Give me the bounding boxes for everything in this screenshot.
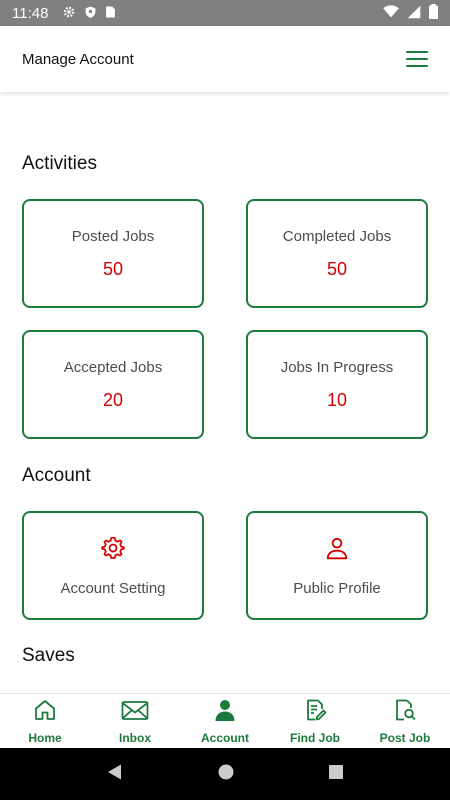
jobs-in-progress-card[interactable]: Jobs In Progress 10 — [246, 330, 428, 439]
card-label: Jobs In Progress — [280, 358, 394, 376]
saves-heading: Saves — [22, 645, 75, 666]
nav-label: Account — [201, 731, 249, 745]
public-profile-card[interactable]: Public Profile — [246, 511, 428, 620]
recents-icon[interactable] — [328, 764, 344, 785]
account-heading: Account — [22, 465, 91, 486]
status-time: 11:48 — [12, 4, 49, 22]
status-bar: 11:48 — [0, 0, 450, 26]
nav-inbox[interactable]: Inbox — [90, 694, 180, 748]
signal-icon — [407, 5, 421, 22]
card-value: 20 — [102, 389, 124, 410]
nav-label: Inbox — [119, 731, 151, 745]
accepted-jobs-card[interactable]: Accepted Jobs 20 — [22, 330, 204, 439]
nav-label: Home — [28, 731, 62, 745]
gear-icon — [62, 5, 76, 22]
posted-jobs-card[interactable]: Posted Jobs 50 — [22, 199, 204, 308]
page-title: Manage Account — [22, 50, 134, 68]
person-icon — [213, 698, 237, 727]
card-label: Accepted Jobs — [63, 358, 163, 376]
shield-icon — [84, 5, 97, 22]
card-label: Account Setting — [60, 579, 166, 597]
gear-icon — [100, 535, 126, 566]
activities-heading: Activities — [22, 153, 97, 174]
home-icon — [33, 698, 57, 727]
nav-post-job[interactable]: Post Job — [360, 694, 450, 748]
sim-card-icon — [105, 5, 116, 22]
hamburger-menu-icon[interactable] — [406, 51, 428, 67]
completed-jobs-card[interactable]: Completed Jobs 50 — [246, 199, 428, 308]
card-label: Public Profile — [293, 579, 381, 597]
home-button-icon[interactable] — [217, 763, 235, 786]
system-navigation-bar — [0, 748, 450, 800]
nav-find-job[interactable]: Find Job — [270, 694, 360, 748]
bottom-navigation: Home Inbox Account Find Job Post Job — [0, 693, 450, 748]
nav-label: Find Job — [290, 731, 340, 745]
app-header: Manage Account — [0, 26, 450, 92]
card-label: Posted Jobs — [71, 227, 155, 245]
nav-label: Post Job — [379, 731, 431, 745]
mail-icon — [121, 700, 149, 727]
card-value: 50 — [102, 258, 124, 279]
document-edit-icon — [303, 698, 327, 727]
nav-home[interactable]: Home — [0, 694, 90, 748]
nav-account[interactable]: Account — [180, 694, 270, 748]
person-icon — [324, 535, 350, 566]
document-search-icon — [393, 698, 417, 727]
card-value: 50 — [326, 258, 348, 279]
account-setting-card[interactable]: Account Setting — [22, 511, 204, 620]
card-label: Completed Jobs — [282, 227, 392, 245]
card-value: 10 — [326, 389, 348, 410]
back-icon[interactable] — [106, 763, 124, 786]
wifi-icon — [383, 5, 399, 21]
battery-icon — [429, 4, 438, 22]
